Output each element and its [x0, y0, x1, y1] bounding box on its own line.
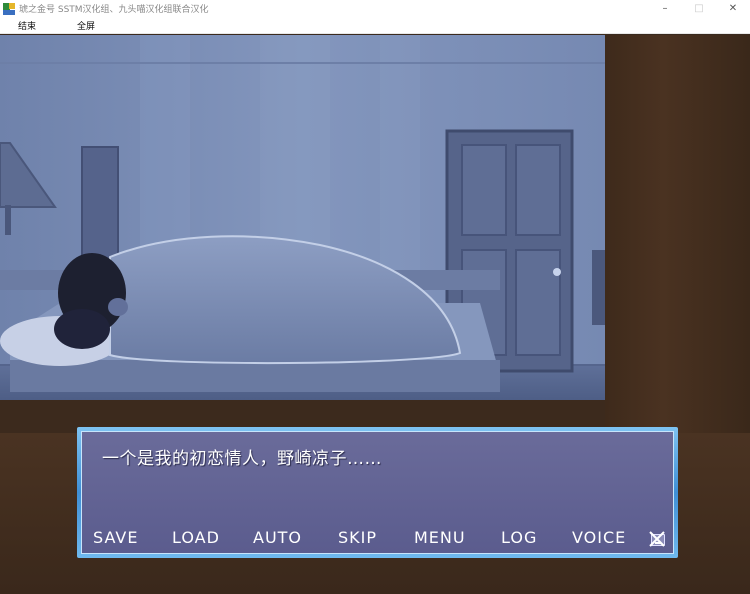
menu-bar: 结束 全屏 — [0, 17, 750, 34]
maximize-button[interactable]: □ — [682, 0, 716, 17]
game-area[interactable]: 一个是我的初恋情人，野崎凉子…… — [0, 35, 750, 594]
menu-button[interactable]: MENU — [414, 528, 466, 547]
app-icon — [3, 2, 15, 15]
game-controls-bar: SAVE LOAD AUTO SKIP MENU LOG VOICE — [0, 528, 750, 550]
auto-button[interactable]: AUTO — [253, 528, 302, 547]
close-icon[interactable] — [648, 530, 666, 548]
bedroom-scene — [0, 35, 605, 400]
close-window-button[interactable]: ✕ — [716, 0, 750, 17]
scene-frame-right — [605, 35, 750, 435]
skip-button[interactable]: SKIP — [338, 528, 377, 547]
menu-item-end[interactable]: 结束 — [10, 19, 44, 32]
load-button[interactable]: LOAD — [172, 528, 220, 547]
save-button[interactable]: SAVE — [93, 528, 138, 547]
window-controls: – □ ✕ — [648, 0, 750, 17]
minimize-button[interactable]: – — [648, 0, 682, 17]
window-title: 琥之金号 SSTM汉化组、九头喵汉化组联合汉化 — [19, 5, 209, 15]
voice-button[interactable]: VOICE — [572, 528, 626, 547]
title-bar: 琥之金号 SSTM汉化组、九头喵汉化组联合汉化 – □ ✕ — [0, 0, 750, 17]
log-button[interactable]: LOG — [501, 528, 537, 547]
dialog-text: 一个是我的初恋情人，野崎凉子…… — [102, 449, 382, 469]
menu-item-fullscreen[interactable]: 全屏 — [69, 19, 103, 32]
